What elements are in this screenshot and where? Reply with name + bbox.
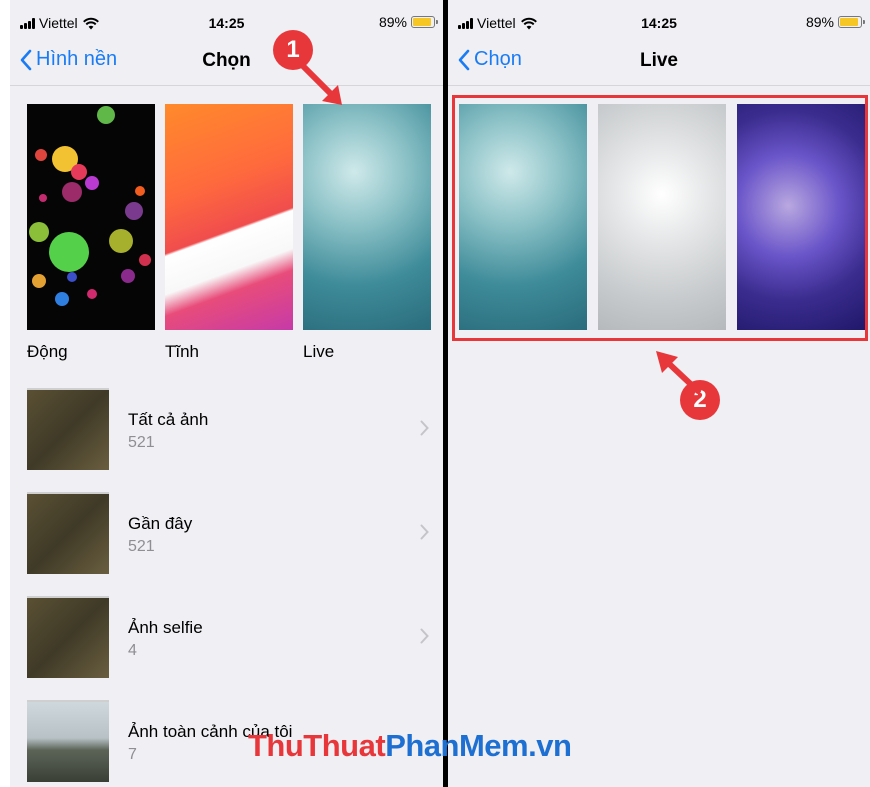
- battery-percent: 89%: [378, 14, 407, 30]
- live-preview-image: [303, 104, 431, 330]
- nav-bar: Hình nền Chọn: [10, 40, 443, 86]
- album-count: 4: [128, 642, 137, 659]
- album-name: Tất cả ảnh: [128, 410, 209, 429]
- watermark: ThuThuatPhanMem.vn: [248, 728, 572, 764]
- album-row[interactable]: Gần đây 521: [10, 484, 443, 588]
- chevron-right-icon: [420, 524, 429, 540]
- screen-chon: Viettel 14:25 89% Hình nền Chọn Động Tĩn…: [10, 0, 443, 787]
- album-count: 521: [128, 434, 155, 451]
- dynamic-preview-image: [27, 104, 155, 330]
- arrow-icon: [656, 351, 701, 394]
- album-list: Tất cả ảnh 521 Gần đây 521 Ảnh selfie 4 …: [10, 380, 443, 787]
- album-cover: [27, 700, 109, 782]
- album-cover: [27, 492, 109, 574]
- status-right: 89%: [805, 14, 865, 30]
- wallpaper-type-label: Động: [27, 342, 68, 361]
- wallpaper-type-still[interactable]: Tĩnh: [165, 104, 293, 362]
- watermark-part3: .vn: [528, 728, 572, 763]
- album-row[interactable]: Tất cả ảnh 521: [10, 380, 443, 484]
- arrow-icon: [295, 58, 342, 105]
- wallpaper-type-live[interactable]: Live: [303, 104, 431, 362]
- wallpaper-type-label: Tĩnh: [165, 342, 200, 361]
- chevron-right-icon: [420, 628, 429, 644]
- status-bar: Viettel 14:25 89%: [10, 0, 443, 40]
- wallpaper-type-list: Động Tĩnh Live: [27, 104, 431, 362]
- watermark-part2: PhanMem: [385, 728, 529, 763]
- page-title: Chọn: [202, 50, 251, 71]
- battery-icon: [411, 16, 438, 28]
- wallpaper-type-label: Live: [303, 342, 335, 361]
- wallpaper-type-dynamic[interactable]: Động: [27, 104, 155, 362]
- album-name: Gần đây: [128, 514, 193, 533]
- nav-bar: Chọn Live: [448, 40, 870, 86]
- album-name: Ảnh selfie: [128, 618, 203, 637]
- album-count: 7: [128, 746, 137, 763]
- chevron-right-icon: [420, 420, 429, 436]
- album-row[interactable]: Ảnh selfie 4: [10, 588, 443, 692]
- battery-icon: [838, 16, 865, 28]
- album-cover: [27, 596, 109, 678]
- battery-percent: 89%: [805, 14, 834, 30]
- highlight-box: [452, 95, 868, 341]
- page-title: Live: [639, 50, 679, 71]
- watermark-part1: ThuThuat: [248, 728, 386, 763]
- status-bar: Viettel 14:25 89%: [448, 0, 870, 40]
- album-count: 521: [128, 538, 155, 555]
- status-right: 89%: [378, 14, 438, 30]
- still-preview-image: [165, 104, 293, 330]
- album-cover: [27, 388, 109, 470]
